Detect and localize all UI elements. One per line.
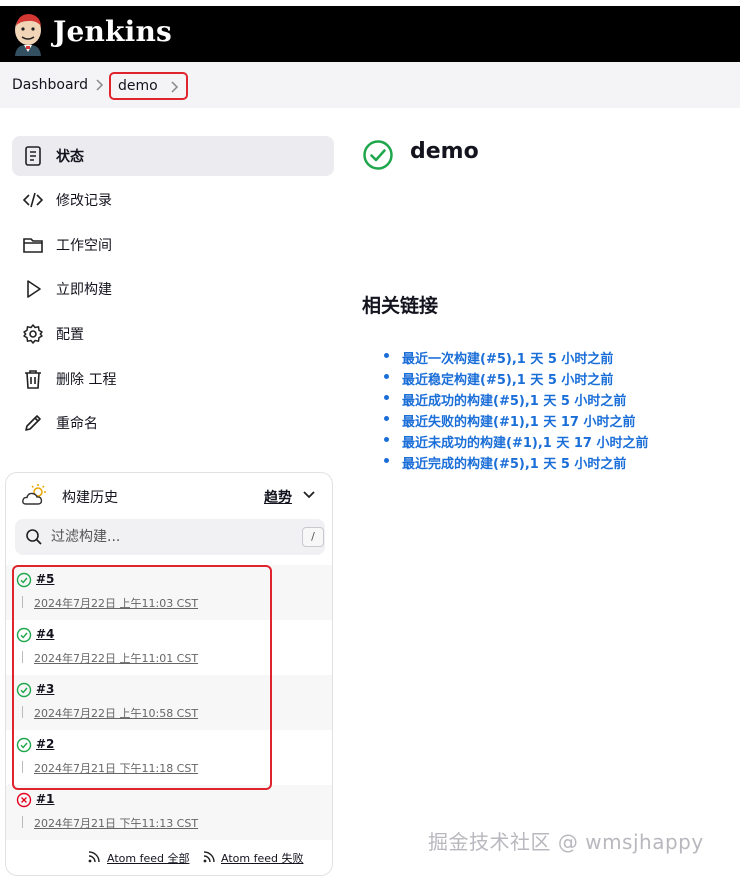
atom-feed-failed-link[interactable]: Atom feed 失败 bbox=[221, 850, 303, 866]
folder-icon bbox=[23, 238, 43, 253]
sidebar-item-delete-project[interactable]: 删除 工程 bbox=[12, 359, 334, 399]
sidebar-item-label: 工作空间 bbox=[56, 238, 112, 254]
sidebar-item-label: 状态 bbox=[56, 149, 84, 165]
build-filter: / bbox=[15, 519, 325, 555]
sidebar-item-rename[interactable]: 重命名 bbox=[12, 403, 334, 443]
watermark: 掘金技术社区 @ wmsjhappy bbox=[428, 830, 704, 854]
document-icon bbox=[25, 146, 41, 166]
sidebar-item-configure[interactable]: 配置 bbox=[12, 314, 334, 354]
chevron-right-icon bbox=[96, 79, 104, 91]
trash-icon bbox=[25, 370, 41, 389]
weather-sunny-cloud-icon bbox=[22, 484, 46, 505]
search-icon bbox=[26, 529, 42, 545]
sidebar-item-build-now[interactable]: 立即构建 bbox=[12, 269, 334, 309]
top-header: Jenkins bbox=[0, 6, 740, 62]
highlight-annotation bbox=[12, 565, 272, 790]
jenkins-logo-icon[interactable] bbox=[12, 12, 44, 56]
sidebar-item-label: 重命名 bbox=[56, 416, 98, 432]
sidebar-item-label: 配置 bbox=[56, 327, 84, 343]
breadcrumb-demo-label: demo bbox=[118, 78, 158, 94]
chevron-right-icon[interactable] bbox=[169, 80, 179, 94]
code-icon bbox=[22, 192, 44, 208]
play-icon bbox=[27, 280, 41, 298]
pencil-icon bbox=[25, 415, 41, 431]
permalinks-title: 相关链接 bbox=[362, 295, 439, 317]
build-row[interactable]: #1 2024年7月21日 下午11:13 CST bbox=[6, 785, 332, 840]
sidebar-item-label: 删除 工程 bbox=[56, 372, 117, 388]
rss-icon bbox=[88, 851, 100, 863]
sidebar-item-workspace[interactable]: 工作空间 bbox=[12, 225, 334, 265]
success-status-icon bbox=[363, 140, 393, 170]
build-filter-input[interactable] bbox=[51, 527, 271, 547]
build-time-link[interactable]: 2024年7月21日 下午11:13 CST bbox=[34, 815, 198, 831]
build-history-title: 构建历史 bbox=[62, 490, 118, 506]
atom-feed-all-link[interactable]: Atom feed 全部 bbox=[107, 850, 189, 866]
failed-icon bbox=[16, 792, 32, 808]
sidebar-item-status[interactable]: 状态 bbox=[12, 136, 334, 176]
page-title: demo bbox=[410, 139, 479, 164]
sidebar-item-label: 立即构建 bbox=[56, 282, 112, 298]
build-number-link[interactable]: #1 bbox=[36, 792, 54, 806]
chevron-down-icon[interactable] bbox=[302, 490, 316, 500]
app-title[interactable]: Jenkins bbox=[53, 15, 172, 48]
keyboard-shortcut-hint: / bbox=[302, 527, 324, 547]
breadcrumb-demo[interactable]: demo bbox=[109, 72, 188, 100]
divider bbox=[22, 816, 23, 828]
trend-link[interactable]: 趋势 bbox=[264, 487, 292, 507]
breadcrumb-dashboard[interactable]: Dashboard bbox=[12, 77, 88, 93]
rss-icon bbox=[203, 851, 215, 863]
sidebar-item-label: 修改记录 bbox=[56, 193, 112, 209]
gear-icon bbox=[23, 324, 43, 344]
sidebar-item-changes[interactable]: 修改记录 bbox=[12, 180, 334, 220]
